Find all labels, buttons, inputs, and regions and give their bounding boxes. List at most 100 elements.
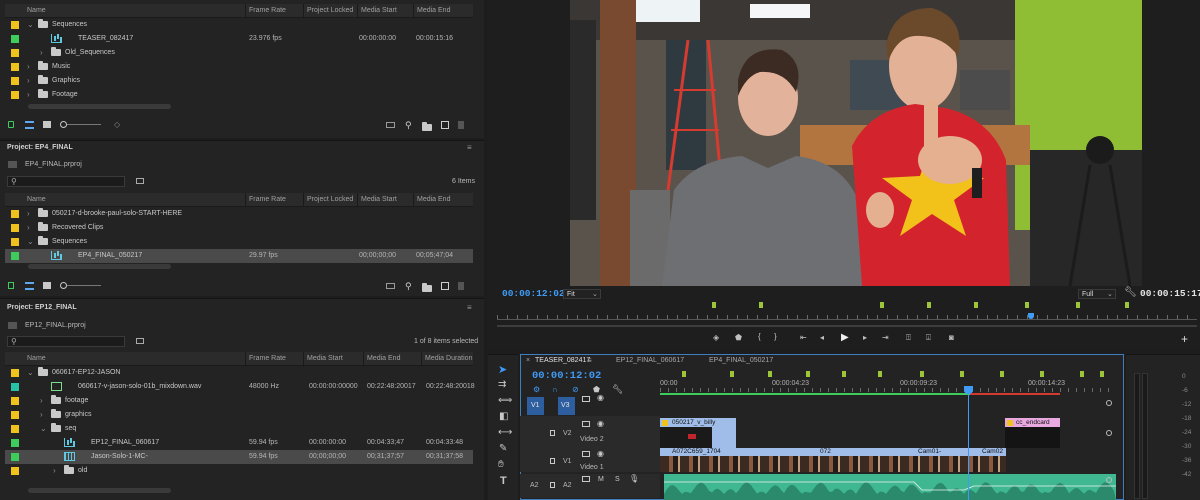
mark-in-icon[interactable]: { <box>758 332 761 341</box>
ep4-new-search-bin-icon[interactable] <box>136 178 144 184</box>
row-name[interactable]: Jason-Solo-1-MC- <box>91 453 148 460</box>
table-row[interactable]: › Old_Sequences <box>5 46 473 60</box>
track-v3-target[interactable]: V3 <box>558 397 575 415</box>
sync-lock-icon[interactable] <box>582 476 590 482</box>
row-name[interactable]: old <box>78 467 87 474</box>
chevron-right-icon[interactable]: › <box>40 48 43 57</box>
ep12-h-scrollbar[interactable] <box>28 488 171 493</box>
eye-icon[interactable]: ◉ <box>597 393 604 402</box>
col-name[interactable]: Name <box>27 355 46 362</box>
row-name[interactable]: Graphics <box>52 77 80 84</box>
slip-tool-icon[interactable]: ⟷ <box>498 427 512 438</box>
new-bin-icon[interactable] <box>422 283 432 292</box>
ep12-panel-title[interactable]: Project: EP12_FINAL <box>7 304 77 311</box>
col-media-end[interactable]: Media End <box>367 355 400 362</box>
col-project-locked[interactable]: Project Locked <box>307 7 353 14</box>
lock-icon[interactable] <box>8 282 14 289</box>
chevron-right-icon[interactable]: › <box>40 410 43 419</box>
row-name[interactable]: Music <box>52 63 70 70</box>
type-tool-icon[interactable]: T <box>500 475 507 487</box>
track-select-tool-icon[interactable]: ⇉ <box>498 379 506 390</box>
label-color-chip[interactable] <box>11 411 19 419</box>
find-icon[interactable]: ⚲ <box>405 281 412 292</box>
sequence-marker[interactable] <box>920 371 924 377</box>
row-name[interactable]: EP4_FINAL_050217 <box>78 252 142 259</box>
label-color-chip[interactable] <box>11 383 19 391</box>
lock-icon[interactable] <box>550 482 555 488</box>
table-row[interactable]: › old <box>5 464 473 478</box>
col-frame-rate[interactable]: Frame Rate <box>249 7 286 14</box>
label-color-chip[interactable] <box>11 397 19 405</box>
label-color-chip[interactable] <box>11 467 19 475</box>
table-row[interactable]: › 050217-d-brooke-paul-solo-START-HERE <box>5 207 473 221</box>
pen-tool-icon[interactable]: ✎ <box>499 443 507 454</box>
clip-a2-audio[interactable] <box>664 474 1116 500</box>
export-frame-icon[interactable]: ◙ <box>949 333 954 342</box>
col-frame-rate[interactable]: Frame Rate <box>249 355 286 362</box>
row-name[interactable]: Footage <box>52 91 78 98</box>
lock-icon[interactable] <box>550 430 555 436</box>
work-area-bar-green[interactable] <box>660 393 970 395</box>
marker-icon[interactable]: ⬟ <box>735 333 742 342</box>
work-area-bar-red[interactable] <box>970 393 1060 395</box>
row-name[interactable]: Sequences <box>52 21 87 28</box>
sequence-marker[interactable] <box>1125 302 1129 308</box>
lock-icon[interactable] <box>8 121 14 128</box>
play-icon[interactable]: ▶ <box>841 332 849 343</box>
program-fit-dropdown[interactable]: Fit ⌄ <box>563 289 601 299</box>
sort-icon[interactable]: ◇ <box>114 120 120 129</box>
sequence-marker[interactable] <box>927 302 931 308</box>
v-zoom-knob[interactable] <box>1106 477 1112 483</box>
table-row[interactable]: 060617-v-jason-solo-01b_mixdown.wav 48000… <box>5 380 475 394</box>
trash-icon[interactable] <box>458 121 464 129</box>
table-row[interactable]: ⌄ seq <box>5 422 473 436</box>
sequence-marker[interactable] <box>1076 302 1080 308</box>
col-media-duration[interactable]: Media Duration <box>425 355 472 362</box>
col-name[interactable]: Name <box>27 196 46 203</box>
ripple-edit-tool-icon[interactable]: ⟺ <box>498 395 512 406</box>
chevron-down-icon[interactable]: ⌄ <box>27 237 34 246</box>
col-media-start[interactable]: Media Start <box>361 196 397 203</box>
table-row[interactable]: › graphics <box>5 408 473 422</box>
label-color-chip[interactable] <box>11 369 19 377</box>
label-color-chip[interactable] <box>11 77 19 85</box>
icon-view-icon[interactable] <box>43 282 51 289</box>
table-row[interactable]: › Footage <box>5 88 473 102</box>
icon-view-icon[interactable] <box>43 121 51 128</box>
close-tab-icon[interactable]: × <box>526 357 530 364</box>
program-resolution-dropdown[interactable]: Full ⌄ <box>1078 289 1116 299</box>
chevron-right-icon[interactable]: › <box>53 466 56 475</box>
row-name[interactable]: 060617-v-jason-solo-01b_mixdown.wav <box>78 383 201 390</box>
top-h-scrollbar[interactable] <box>28 104 171 109</box>
table-row[interactable]: EP4_FINAL_050217 29.97 fps 00;00;00;00 00;0… <box>5 249 473 263</box>
table-row[interactable]: Jason-Solo-1-MC- 59.94 fps 00;00;00;00 00;3… <box>5 450 473 464</box>
row-name[interactable]: Old_Sequences <box>65 49 115 56</box>
table-row[interactable]: › Graphics <box>5 74 473 88</box>
label-color-chip[interactable] <box>11 49 19 57</box>
linked-selection-icon[interactable]: ⊘ <box>572 385 579 394</box>
source-patch-a2[interactable]: A2 <box>530 482 539 489</box>
sequence-marker[interactable] <box>712 302 716 308</box>
extract-icon[interactable]: ⍗ <box>926 333 931 343</box>
table-row[interactable]: EP12_FINAL_060617 59.94 fps 00:00:00:00 00:… <box>5 436 473 450</box>
label-color-chip[interactable] <box>11 35 19 43</box>
program-current-timecode[interactable]: 00:00:12:02 <box>502 288 565 299</box>
program-time-ruler[interactable] <box>497 300 1197 324</box>
ep12-search-input[interactable]: ⚲ <box>7 336 125 347</box>
table-row[interactable]: TEASER_082417 23.976 fps 00:00:00:00 00:00:… <box>5 32 473 46</box>
label-color-chip[interactable] <box>11 425 19 433</box>
zoom-slider-track[interactable] <box>67 124 101 125</box>
sequence-marker[interactable] <box>682 371 686 377</box>
label-color-chip[interactable] <box>11 252 19 260</box>
add-marker-icon[interactable]: ◈ <box>713 333 719 342</box>
sequence-marker[interactable] <box>768 371 772 377</box>
mark-out-icon[interactable]: } <box>774 332 777 341</box>
zoom-slider-knob[interactable] <box>60 282 67 289</box>
program-playhead[interactable] <box>1028 313 1034 319</box>
table-row[interactable]: ⌄ 060617-EP12-JASON <box>5 366 473 380</box>
sync-lock-icon[interactable] <box>582 421 590 427</box>
table-row[interactable]: ⌄ Sequences <box>5 235 473 249</box>
hand-tool-icon[interactable]: ✋︎ <box>498 459 504 470</box>
label-color-chip[interactable] <box>11 21 19 29</box>
sequence-marker[interactable] <box>1100 371 1104 377</box>
